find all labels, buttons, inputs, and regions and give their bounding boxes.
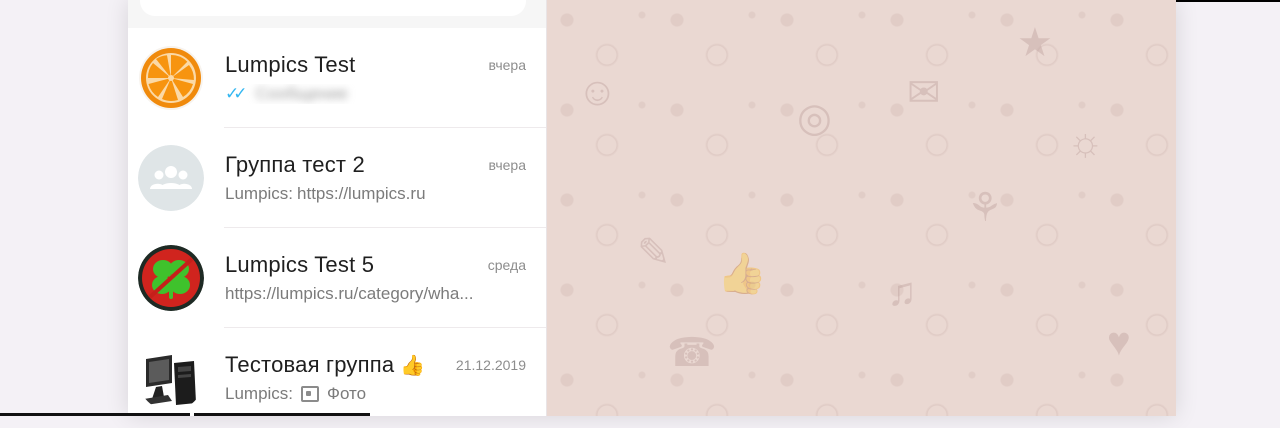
orange-avatar-icon xyxy=(138,45,204,111)
chat-preview: Фото xyxy=(327,384,367,403)
chat-item-lumpics-test[interactable]: Lumpics Test вчера ✓✓ Сообщение xyxy=(128,28,546,128)
chat-list: Lumpics Test вчера ✓✓ Сообщение Группа т… xyxy=(128,28,546,416)
chat-body: Lumpics Test 5 среда https://lumpics.ru/… xyxy=(225,252,526,304)
chat-name: Lumpics Test xyxy=(225,52,356,77)
chat-sidebar: Lumpics Test вчера ✓✓ Сообщение Группа т… xyxy=(128,0,547,416)
chat-time: 21.12.2019 xyxy=(455,357,526,373)
chat-name: Тестовая группа 👍 xyxy=(225,352,425,378)
doodle-icon: ☼ xyxy=(1067,120,1104,164)
chat-name-text: Тестовая группа xyxy=(225,352,395,377)
computer-avatar-icon xyxy=(138,345,204,411)
message-sender: Lumpics: xyxy=(225,384,294,403)
chat-name: Lumpics Test 5 xyxy=(225,252,375,277)
doodle-icon: ★ xyxy=(1017,21,1053,65)
doodle-icon: ☎ xyxy=(667,331,717,375)
chat-name: Группа тест 2 xyxy=(225,152,365,177)
chat-time: вчера xyxy=(488,157,526,173)
chat-preview: https://lumpics.ru/category/wha... xyxy=(225,284,474,303)
chat-item-lumpics-test-5[interactable]: Lumpics Test 5 среда https://lumpics.ru/… xyxy=(128,228,546,328)
chat-time: вчера xyxy=(488,57,526,73)
chat-wallpaper: ☺ ◎ ✉ ⚘ ✎ 👍 ♫ ☎ ☼ ♥ ★ xyxy=(547,0,1176,416)
chat-time: среда xyxy=(487,257,526,273)
doodle-icon: ◎ xyxy=(797,96,832,140)
double-check-icon: ✓✓ xyxy=(225,84,247,103)
group-avatar-icon xyxy=(138,145,204,211)
doodle-icon: ✎ xyxy=(637,231,671,275)
message-sender: Lumpics: xyxy=(225,184,294,203)
chat-body: Тестовая группа 👍 21.12.2019 Lumpics: Фот… xyxy=(225,352,526,404)
chat-body: Lumpics Test вчера ✓✓ Сообщение xyxy=(225,52,526,104)
doodle-icon: ✉ xyxy=(907,71,941,115)
search-area xyxy=(128,0,546,28)
thumbs-up-icon: 👍 xyxy=(400,355,426,377)
chat-preview: Сообщение xyxy=(255,84,349,103)
doodle-icon: ♫ xyxy=(887,270,917,314)
doodle-icon: 👍 xyxy=(717,252,767,296)
doodle-icon: ⚘ xyxy=(967,186,1003,230)
doodle-icon: ♥ xyxy=(1107,320,1131,364)
photo-icon xyxy=(301,386,320,402)
chat-body: Группа тест 2 вчера Lumpics: https://lum… xyxy=(225,152,526,204)
search-input[interactable] xyxy=(140,0,526,16)
clover-avatar-icon xyxy=(138,245,204,311)
doodle-icon: ☺ xyxy=(577,70,618,114)
whatsapp-window: Lumpics Test вчера ✓✓ Сообщение Группа т… xyxy=(128,0,1176,416)
chat-item-gruppa-test-2[interactable]: Группа тест 2 вчера Lumpics: https://lum… xyxy=(128,128,546,228)
chat-preview: https://lumpics.ru xyxy=(297,184,426,203)
